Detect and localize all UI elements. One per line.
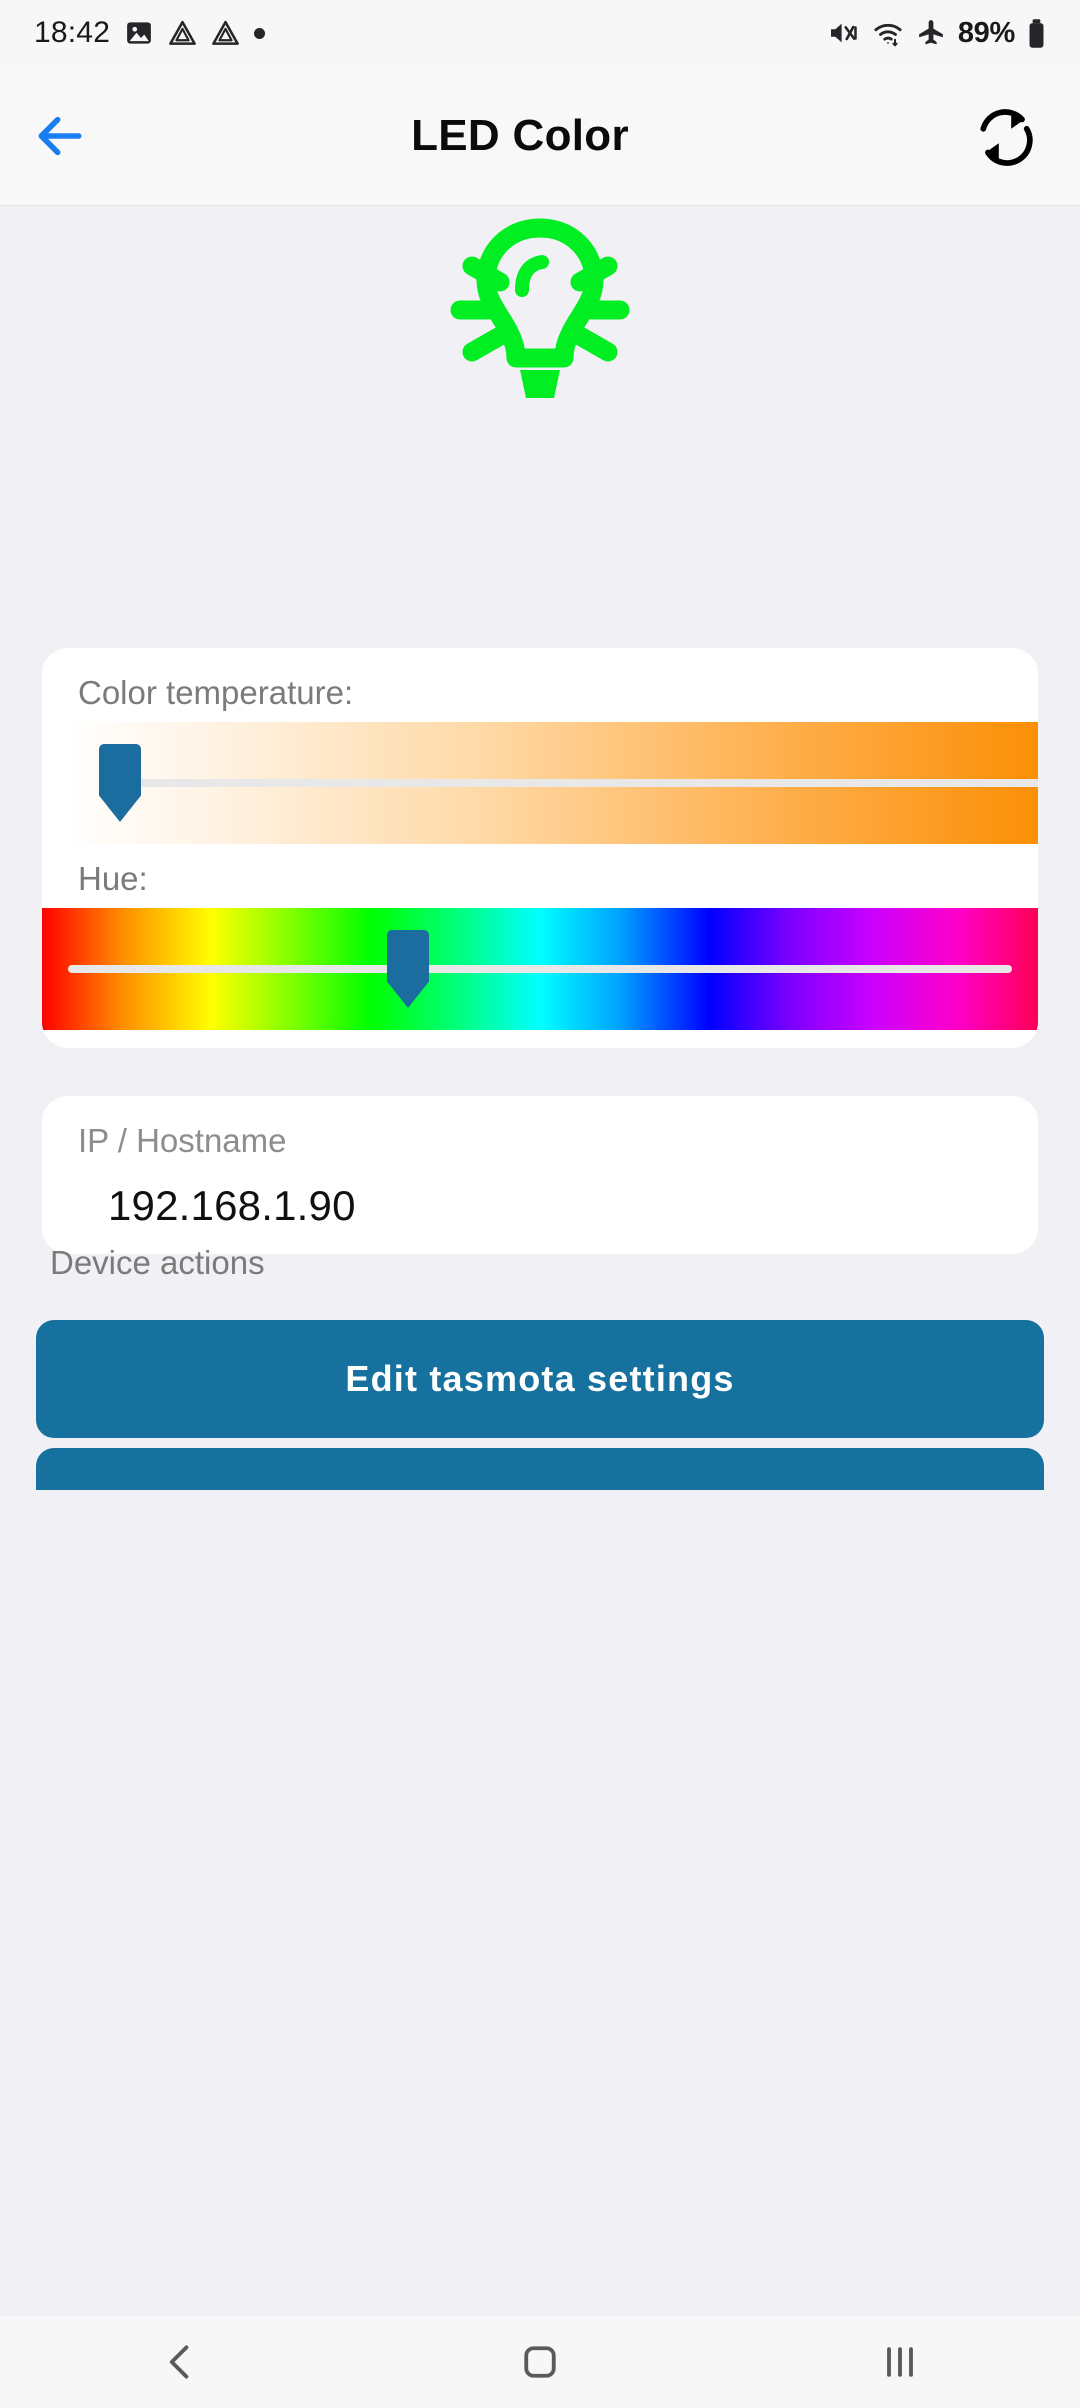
status-time: 18:42 — [34, 16, 111, 49]
square-icon — [524, 2346, 556, 2378]
status-bar-right: 89% — [827, 17, 1046, 50]
ip-hostname-label: IP / Hostname — [78, 1122, 287, 1159]
slider-label-color-temperature: Color temperature: — [78, 674, 354, 711]
edit-tasmota-settings-button[interactable]: Edit tasmota settings — [36, 1320, 1044, 1438]
phone-screen: 18:42 89% LED Color Color temperature: H… — [0, 0, 1080, 2408]
airplane-icon — [918, 20, 943, 45]
refresh-button[interactable] — [930, 66, 1080, 205]
slider-band-hue[interactable] — [42, 908, 1038, 1030]
ip-hostname-card[interactable]: IP / Hostname 192.168.1.90 — [42, 1096, 1038, 1254]
refresh-icon — [980, 108, 1033, 166]
lightbulb-icon — [450, 218, 630, 398]
drive-icon — [212, 20, 239, 45]
page-title: LED Color — [411, 110, 629, 160]
dot-icon — [254, 27, 266, 39]
image-icon — [127, 22, 151, 44]
arrow-left-icon — [38, 116, 82, 155]
app-bar: LED Color — [0, 66, 1080, 206]
chevron-left-icon — [169, 2345, 189, 2379]
drive-icon — [169, 20, 196, 45]
status-bar-left: 18:42 — [34, 16, 266, 50]
ip-hostname-input[interactable]: 192.168.1.90 — [78, 1182, 1002, 1230]
slider-track-color-temperature — [116, 779, 1038, 787]
secondary-action-clipped-region — [0, 1448, 1080, 1490]
battery-percent: 89% — [957, 16, 1015, 49]
status-bar: 18:42 89% — [0, 0, 1080, 66]
slider-saturation[interactable]: Saturation: — [42, 1030, 1038, 1048]
nav-back-button[interactable] — [80, 2316, 280, 2408]
mute-icon — [830, 23, 857, 43]
slider-label-saturation: Saturation: — [42, 1046, 1038, 1048]
slider-track-hue — [68, 965, 1012, 973]
nav-recents-button[interactable] — [800, 2316, 1000, 2408]
color-sliders-card: Color temperature: Hue: Saturation: — [42, 648, 1038, 1048]
system-nav-bar — [0, 2316, 1080, 2408]
slider-hue[interactable]: Hue: — [42, 844, 1038, 1030]
lightbulb-illustration — [0, 200, 1080, 420]
back-button[interactable] — [0, 66, 120, 205]
device-actions-label: Device actions — [50, 1244, 265, 1281]
slider-color-temperature[interactable]: Color temperature: — [42, 648, 1038, 844]
bars-icon — [887, 2347, 913, 2377]
slider-band-color-temperature[interactable] — [64, 722, 1038, 844]
secondary-action-button[interactable] — [36, 1448, 1044, 1490]
nav-home-button[interactable] — [440, 2316, 640, 2408]
battery-icon — [1029, 18, 1044, 48]
wifi-icon — [874, 23, 902, 47]
slider-label-hue: Hue: — [78, 860, 148, 897]
